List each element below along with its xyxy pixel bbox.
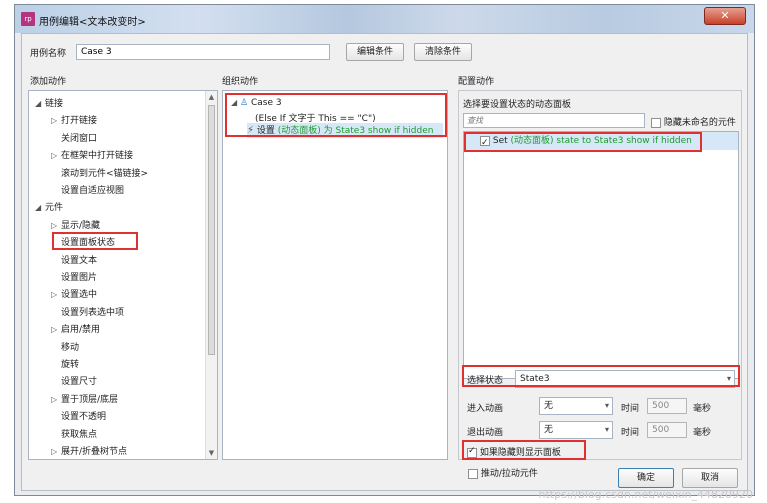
add-actions-tree: ◢ 链接 ▷ 打开链接 关闭窗口 ▷ 在框架中打开链接 滚动到元件<锚链接> 设置自适应视图 ◢ 元… <box>28 90 218 460</box>
select-panel-label: 选择要设置状态的动态面板 <box>463 100 572 110</box>
tree-item[interactable]: 旋转 <box>51 358 79 372</box>
collapsed-triangle-icon[interactable]: ▷ <box>51 393 61 407</box>
tree-item[interactable]: 移动 <box>51 341 79 355</box>
tree-item[interactable]: ▷ 打开链接 <box>51 114 97 128</box>
tree-item[interactable]: 设置文本 <box>51 254 97 268</box>
tree-item-label: 旋转 <box>61 360 80 370</box>
tree-item-label: 显示/隐藏 <box>61 220 101 231</box>
expanded-triangle-icon[interactable]: ◢ <box>35 97 45 111</box>
highlight-set-panel-state <box>52 232 138 250</box>
tree-item[interactable]: 设置图片 <box>51 271 97 285</box>
hide-unnamed-option[interactable]: 隐藏未命名的元件 <box>651 115 736 128</box>
tree-group[interactable]: ◢ 链接 <box>35 97 63 111</box>
collapsed-triangle-icon[interactable]: ▷ <box>51 288 61 302</box>
configure-actions-header: 配置动作 <box>458 77 495 87</box>
push-pull-option[interactable]: 推动/拉动元件 <box>468 466 538 479</box>
scroll-thumb[interactable] <box>208 105 215 355</box>
organize-actions-header: 组织动作 <box>222 77 259 87</box>
tree-scrollbar[interactable]: ▲ ▼ <box>205 91 217 459</box>
tree-item-label: 启用/禁用 <box>61 325 101 336</box>
collapsed-triangle-icon[interactable]: ▷ <box>51 445 61 459</box>
tree-item-label: 设置选中 <box>61 290 98 301</box>
edit-condition-button[interactable]: 编辑条件 <box>346 43 404 61</box>
tree-item[interactable]: ▷ 置于顶层/底层 <box>51 393 118 407</box>
tree-item-label: 在框架中打开链接 <box>61 151 134 162</box>
enter-anim-select[interactable]: 无 ▾ <box>539 397 613 415</box>
enter-ms-label: 毫秒 <box>693 404 712 414</box>
tree-item-label: 设置不透明 <box>61 412 107 423</box>
highlight-show-if-hidden <box>462 440 586 460</box>
title-bar[interactable]: rp 用例编辑<文本改变时> ✕ <box>15 5 754 33</box>
enter-time-input[interactable]: 500 <box>647 398 687 414</box>
organize-actions-panel: ◢ ♙ Case 3 (Else If 文字于 This == "C") ⚡ 设… <box>222 90 448 460</box>
hide-unnamed-label: 隐藏未命名的元件 <box>663 118 736 128</box>
tree-item-label: 链接 <box>45 99 64 109</box>
enter-anim-dropdown-icon[interactable]: ▾ <box>605 398 609 414</box>
scroll-down-arrow-icon[interactable]: ▼ <box>206 447 217 459</box>
tree-item[interactable]: 设置不透明 <box>51 410 106 424</box>
tree-item-label: 设置图片 <box>61 273 98 283</box>
case-editor-window: rp 用例编辑<文本改变时> ✕ 用例名称 编辑条件 清除条件 添加动作 组织动… <box>14 4 755 496</box>
expanded-triangle-icon[interactable]: ◢ <box>35 201 45 215</box>
tree-item-label: 元件 <box>45 203 64 214</box>
tree-item-label: 打开链接 <box>61 116 98 127</box>
collapsed-triangle-icon[interactable]: ▷ <box>51 323 61 337</box>
exit-anim-dropdown-icon[interactable]: ▾ <box>605 422 609 438</box>
clear-condition-button[interactable]: 清除条件 <box>414 43 472 61</box>
tree-group[interactable]: ◢ 元件 <box>35 201 63 215</box>
tree-item[interactable]: ▷ 在框架中打开链接 <box>51 149 133 163</box>
dialog-body: 用例名称 编辑条件 清除条件 添加动作 组织动作 配置动作 ◢链接▷打开链接关闭… <box>21 33 748 491</box>
add-actions-header: 添加动作 <box>30 77 67 87</box>
tree-item[interactable]: ▷ 设置选中 <box>51 288 97 302</box>
enter-anim-value: 无 <box>544 401 554 411</box>
tree-item-label: 设置自适应视图 <box>61 186 125 196</box>
cancel-button[interactable]: 取消 <box>682 468 738 488</box>
tree-item-label: 获取焦点 <box>61 429 98 440</box>
tree-item-label: 展开/折叠树节点 <box>61 447 128 457</box>
push-pull-label: 推动/拉动元件 <box>480 469 538 479</box>
tree-item-label: 设置列表选中项 <box>61 307 125 318</box>
ok-button[interactable]: 确定 <box>618 468 674 488</box>
exit-anim-value: 无 <box>544 425 554 435</box>
tree-item[interactable]: ▷ 启用/禁用 <box>51 323 100 337</box>
tree-item-label: 移动 <box>61 342 80 353</box>
hide-unnamed-checkbox[interactable] <box>651 117 661 128</box>
exit-anim-label: 退出动画 <box>467 428 504 438</box>
exit-anim-select[interactable]: 无 ▾ <box>539 421 613 439</box>
tree-item[interactable]: 设置列表选中项 <box>51 306 124 320</box>
tree-item-label: 关闭窗口 <box>61 133 98 144</box>
tree-item[interactable]: 获取焦点 <box>51 428 97 442</box>
exit-time-label: 时间 <box>621 428 640 438</box>
tree-item-label: 置于顶层/底层 <box>61 394 119 405</box>
tree-item-label: 滚动到元件<锚链接> <box>61 168 149 179</box>
enter-time-label: 时间 <box>621 404 640 414</box>
highlight-panel-item <box>464 132 702 152</box>
case-name-input[interactable] <box>76 44 330 60</box>
exit-time-input[interactable]: 500 <box>647 422 687 438</box>
tree-item[interactable]: ▷ 展开/折叠树节点 <box>51 445 127 459</box>
tree-item[interactable]: 关闭窗口 <box>51 132 97 146</box>
panel-list: Set (动态面板) state to State3 show if hidde… <box>463 131 739 379</box>
close-button[interactable]: ✕ <box>704 7 746 25</box>
case-name-label: 用例名称 <box>30 49 67 59</box>
collapsed-triangle-icon[interactable]: ▷ <box>51 219 61 233</box>
tree-item[interactable]: 滚动到元件<锚链接> <box>51 167 148 181</box>
app-icon: rp <box>21 12 35 26</box>
panel-search-input[interactable] <box>463 113 645 128</box>
tree-item-label: 设置尺寸 <box>61 377 98 388</box>
collapsed-triangle-icon[interactable]: ▷ <box>51 149 61 163</box>
tree-item[interactable]: ▷ 显示/隐藏 <box>51 219 100 233</box>
window-title: 用例编辑<文本改变时> <box>39 17 146 28</box>
tree-item[interactable]: 设置自适应视图 <box>51 184 124 198</box>
collapsed-triangle-icon[interactable]: ▷ <box>51 114 61 128</box>
tree-item[interactable]: 设置尺寸 <box>51 375 97 389</box>
scroll-up-arrow-icon[interactable]: ▲ <box>206 91 217 103</box>
watermark: https://blog.csdn.net/weixin_44820920 <box>538 488 753 501</box>
exit-ms-label: 毫秒 <box>693 428 712 438</box>
tree-item-label: 设置文本 <box>61 255 98 266</box>
highlight-select-state <box>462 365 740 387</box>
enter-anim-label: 进入动画 <box>467 404 504 414</box>
push-pull-checkbox[interactable] <box>468 468 478 479</box>
highlight-case-block <box>225 93 447 137</box>
